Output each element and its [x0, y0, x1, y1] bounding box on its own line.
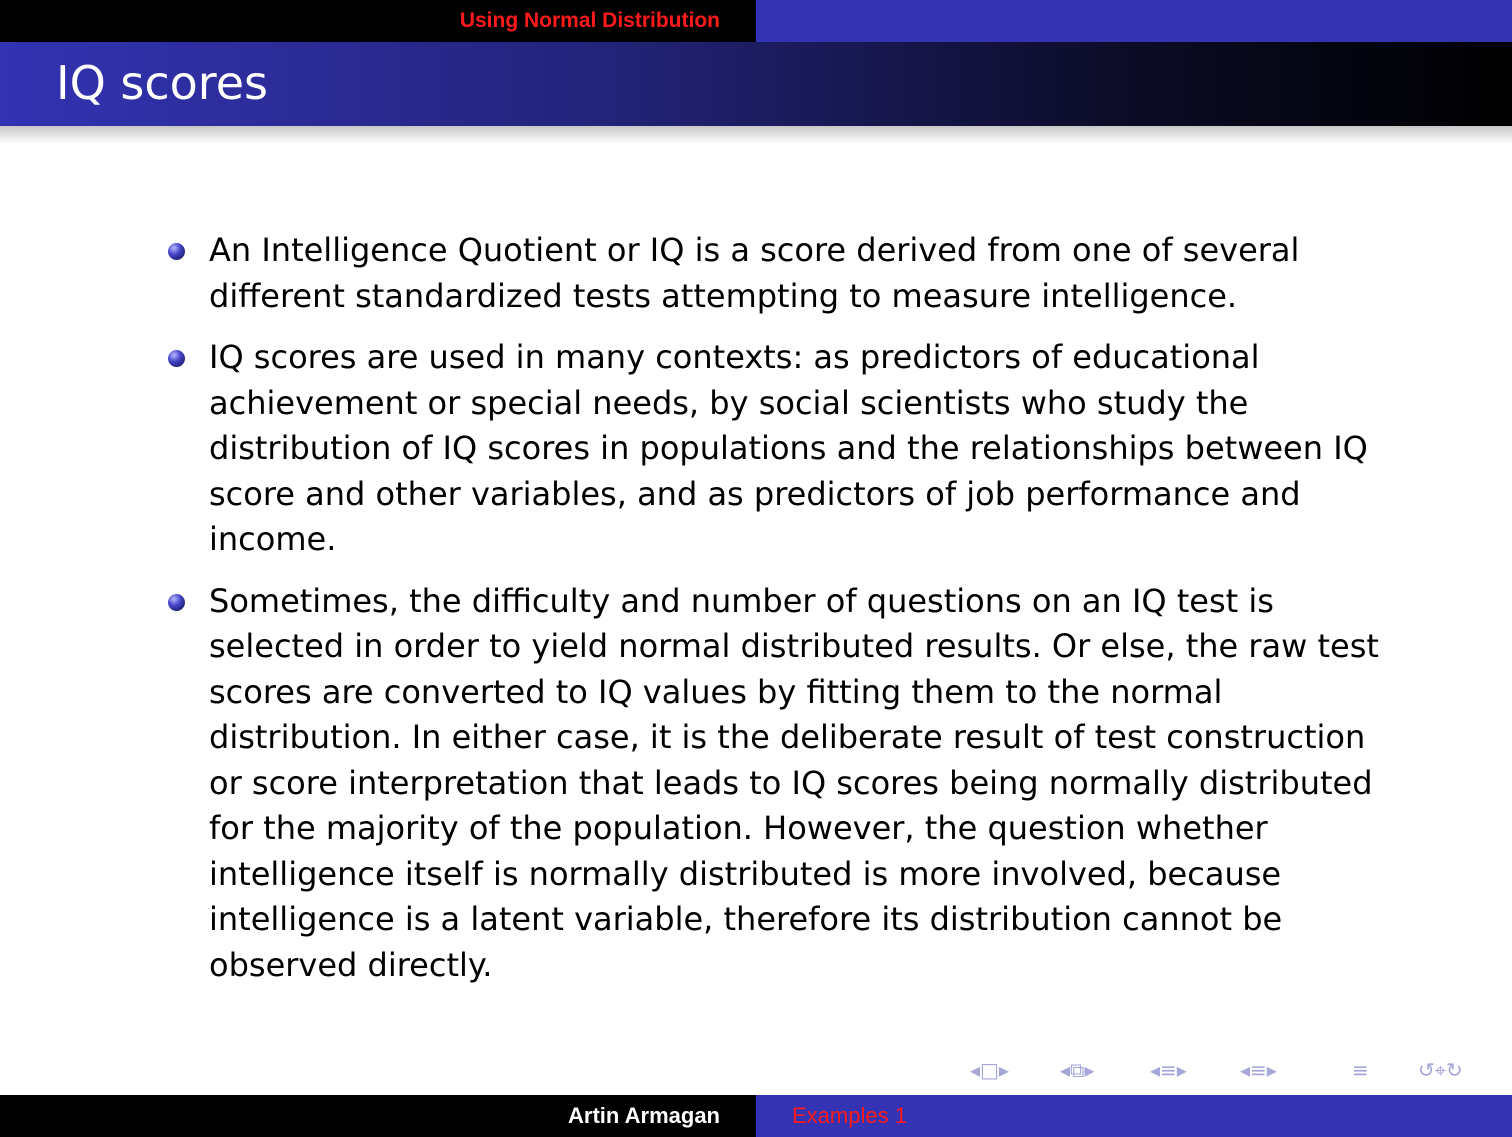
subsection-list-nav-icon[interactable]: ◂≡▸ — [1240, 1058, 1277, 1082]
title-shadow — [0, 126, 1512, 144]
frame-title-bar: IQ scores — [0, 42, 1512, 126]
document-nav-icon[interactable]: ≡ — [1352, 1058, 1369, 1082]
short-title[interactable]: Examples 1 — [792, 1103, 907, 1129]
bullet-text: Sometimes, the difficulty and number of … — [209, 581, 1379, 984]
frame-nav-icon[interactable]: ◂□▸ — [970, 1058, 1009, 1082]
bullet-text: An Intelligence Quotient or IQ is a scor… — [209, 231, 1300, 315]
slide-content: An Intelligence Quotient or IQ is a scor… — [166, 228, 1406, 1004]
bullet-item: Sometimes, the difficulty and number of … — [166, 579, 1406, 989]
headline-subsection-area — [756, 0, 1512, 42]
subsection-nav-icon[interactable]: ◂⧉▸ — [1060, 1058, 1094, 1082]
search-icon[interactable]: ↺⌖↻ — [1418, 1058, 1463, 1082]
footline-author-area: Artin Armagan — [0, 1095, 756, 1137]
section-title[interactable]: Using Normal Distribution — [460, 9, 720, 33]
bullet-ball-icon — [168, 593, 185, 611]
beamer-navigation-bar: ◂□▸ ◂⧉▸ ◂≡▸ ◂≡▸ ≡ ↺⌖↻ — [970, 1058, 1505, 1088]
bullet-item: IQ scores are used in many contexts: as … — [166, 335, 1406, 563]
bullet-ball-icon — [168, 243, 185, 260]
headline-section-area: Using Normal Distribution — [0, 0, 756, 42]
section-nav-icon[interactable]: ◂≡▸ — [1150, 1058, 1187, 1082]
author-name: Artin Armagan — [568, 1103, 720, 1128]
bullet-list: An Intelligence Quotient or IQ is a scor… — [166, 228, 1406, 988]
bullet-text: IQ scores are used in many contexts: as … — [209, 338, 1368, 558]
slide-title: IQ scores — [56, 56, 268, 110]
footline-bar: Artin Armagan Examples 1 — [0, 1095, 1512, 1137]
footline-title-area: Examples 1 — [756, 1095, 1512, 1137]
bullet-item: An Intelligence Quotient or IQ is a scor… — [166, 228, 1406, 319]
bullet-ball-icon — [168, 350, 185, 367]
headline-bar: Using Normal Distribution — [0, 0, 1512, 42]
